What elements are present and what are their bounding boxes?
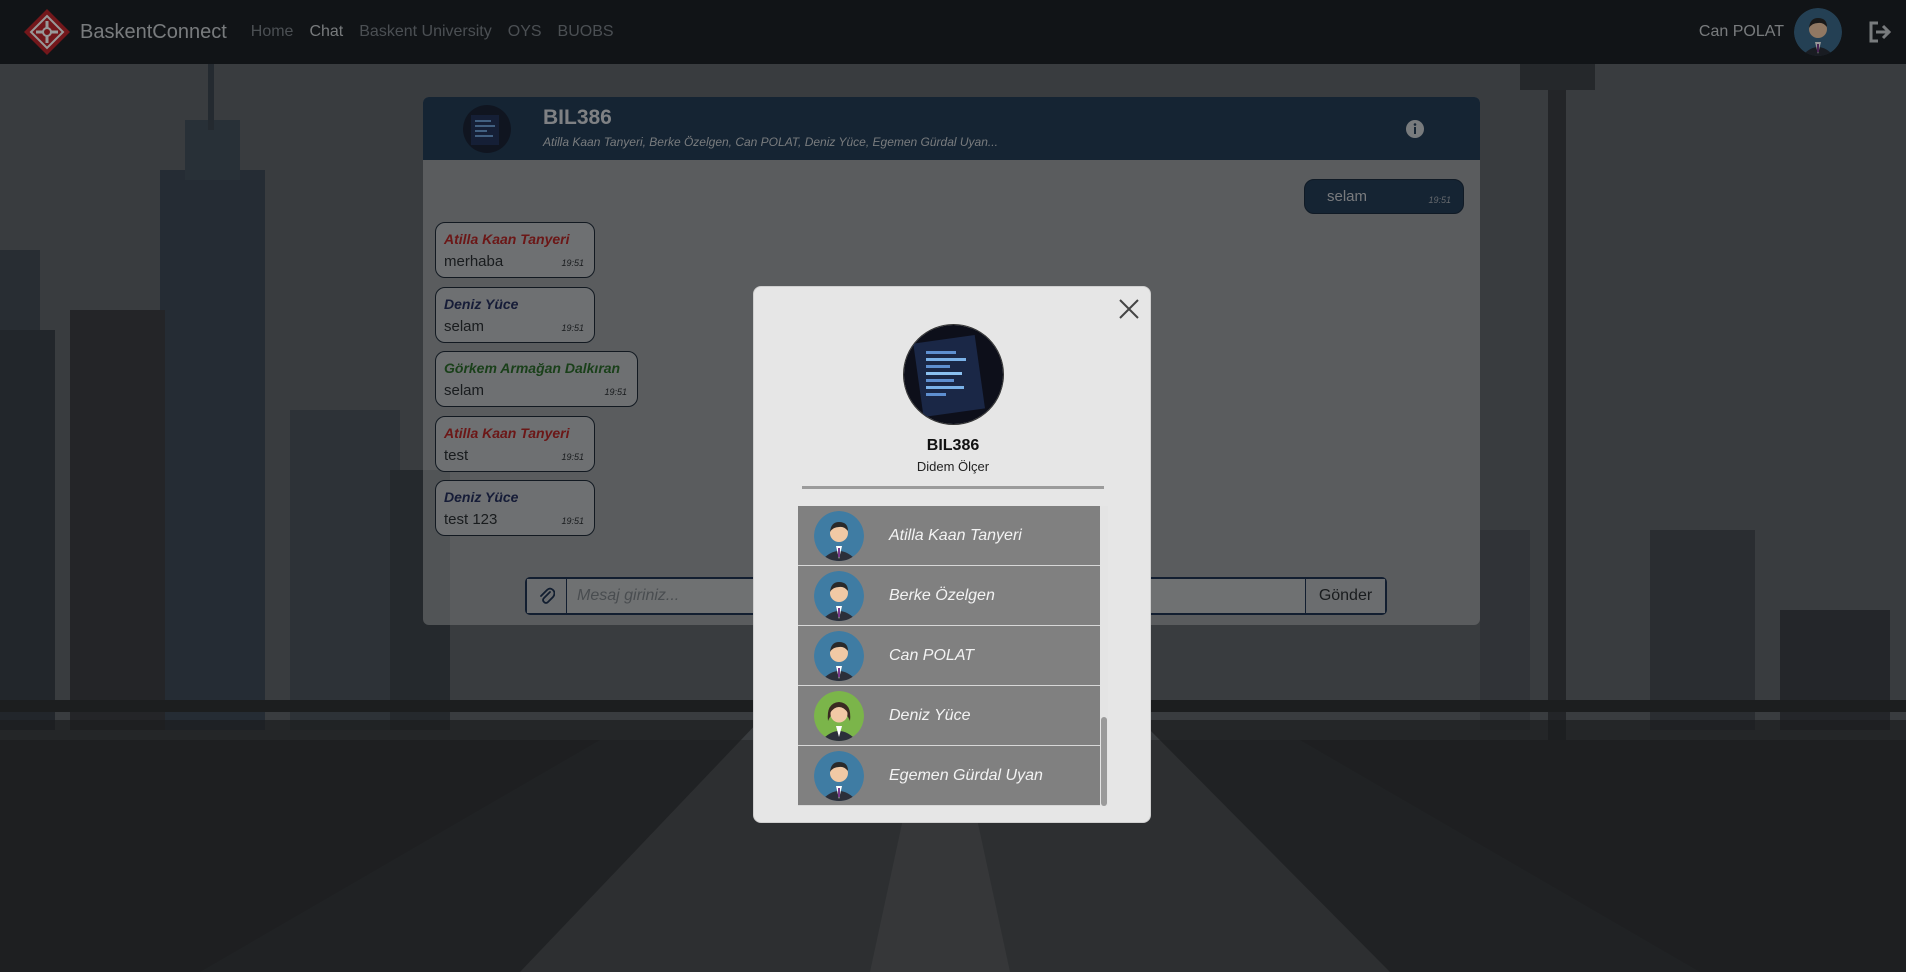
list-item[interactable]: Atilla Kaan Tanyeri (798, 506, 1100, 566)
female-avatar-icon (814, 690, 864, 741)
divider (802, 486, 1104, 489)
scrollbar-thumb[interactable] (1101, 717, 1107, 806)
male-avatar-icon (814, 510, 864, 561)
group-avatar-large (903, 324, 1004, 425)
male-avatar-icon (814, 750, 864, 801)
male-avatar-icon (814, 570, 864, 621)
list-item[interactable]: Can POLAT (798, 626, 1100, 686)
member-name: Deniz Yüce (889, 706, 971, 724)
close-icon[interactable] (1117, 297, 1141, 321)
modal-subtitle: Didem Ölçer (916, 459, 990, 474)
group-info-modal: BIL386 Didem Ölçer Atilla Kaan Tanyeri B… (753, 286, 1151, 823)
modal-title: BIL386 (926, 437, 980, 454)
member-name: Egemen Gürdal Uyan (889, 766, 1043, 784)
list-item[interactable]: Deniz Yüce (798, 686, 1100, 746)
list-item[interactable]: Egemen Gürdal Uyan (798, 746, 1100, 806)
list-item[interactable]: Berke Özelgen (798, 566, 1100, 626)
member-list: Atilla Kaan Tanyeri Berke Özelgen Can PO… (798, 506, 1108, 806)
member-name: Can POLAT (889, 646, 975, 664)
member-name: Atilla Kaan Tanyeri (889, 526, 1022, 544)
male-avatar-icon (814, 630, 864, 681)
scrollbar[interactable] (1100, 506, 1108, 806)
member-name: Berke Özelgen (889, 586, 995, 604)
